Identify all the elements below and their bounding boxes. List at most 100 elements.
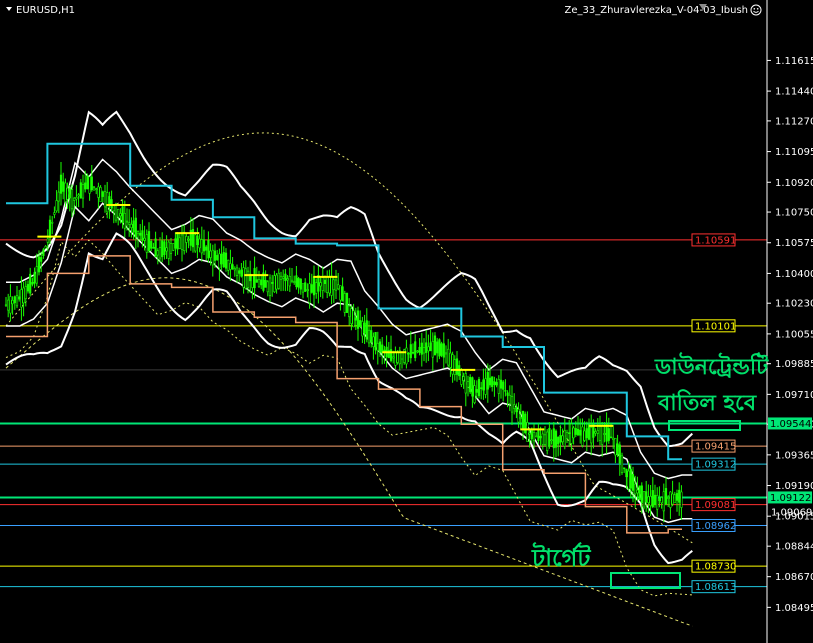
candle-body — [634, 483, 637, 495]
level-price-text: 1.09544 — [770, 419, 811, 430]
level-label-text: 1.09081 — [695, 500, 736, 511]
candle-body — [174, 238, 177, 249]
candle-body — [350, 308, 353, 324]
candle-body — [176, 233, 179, 250]
candle-body — [546, 431, 549, 451]
candle-body — [332, 279, 335, 290]
candle-body — [420, 342, 423, 355]
current-price-text: 1.09122 — [770, 493, 811, 504]
candle-body — [112, 204, 115, 212]
candle-body — [543, 434, 547, 445]
candle-body — [422, 347, 426, 354]
candle-body — [651, 490, 654, 508]
candle-body — [220, 253, 223, 265]
candle-body — [114, 203, 118, 221]
candle-body — [405, 347, 408, 365]
candle-body — [31, 282, 34, 285]
candle-body — [565, 432, 569, 439]
candle-body — [378, 341, 382, 353]
candle-body — [35, 266, 38, 284]
candle-body — [123, 212, 126, 229]
candle-body — [407, 352, 410, 355]
candle-body — [449, 352, 452, 368]
candle-body — [128, 222, 131, 225]
candle-body — [352, 310, 355, 328]
candle-body — [581, 426, 584, 446]
candle-body — [180, 234, 184, 250]
candle-body — [455, 358, 459, 375]
candle-body — [194, 234, 197, 252]
candle-body — [295, 275, 298, 288]
candle-body — [288, 276, 291, 287]
candle-body — [473, 385, 476, 403]
candle-body — [414, 341, 417, 359]
candle-body — [163, 241, 166, 256]
candle-body — [224, 252, 228, 269]
price-tick-label: 1.09190 — [775, 481, 813, 492]
candle-body — [141, 230, 144, 241]
candle-body — [444, 352, 448, 355]
candle-body — [574, 428, 577, 435]
candle-body — [77, 194, 80, 197]
candle-body — [46, 238, 49, 243]
candle-body — [42, 249, 45, 257]
candle-body — [598, 425, 602, 441]
candle-body — [502, 381, 505, 390]
candle-body — [596, 430, 599, 434]
candle-body — [480, 387, 483, 389]
candle-body — [345, 292, 349, 313]
candle-body — [277, 272, 280, 289]
candle-body — [86, 175, 89, 190]
candle-body — [618, 444, 621, 464]
candle-body — [370, 330, 373, 343]
candle-body — [603, 433, 606, 435]
band-outer-upper — [5, 110, 693, 448]
dropdown-triangle-icon[interactable] — [6, 7, 12, 11]
candle-body — [257, 279, 261, 288]
price-chart[interactable]: 1.10591 1.10101 1.09415 1.09312 1.09081 1.089… — [0, 0, 813, 643]
candle-body — [447, 348, 450, 366]
candle-body — [207, 239, 210, 259]
target-zone-box — [610, 572, 681, 589]
candle-body — [222, 252, 225, 268]
candle-body — [37, 256, 41, 273]
candle-body — [266, 281, 269, 293]
candle-body — [271, 281, 274, 284]
candle-body — [62, 181, 65, 192]
price-tick-label: 1.09710 — [775, 390, 813, 401]
price-tick-label: 1.11095 — [775, 147, 813, 158]
candle-body — [627, 470, 630, 490]
band-outer-lower — [5, 232, 693, 565]
candle-body — [563, 430, 566, 447]
level-label-text: 1.10101 — [695, 321, 736, 332]
candle-body — [537, 429, 540, 441]
candle-body — [235, 267, 239, 276]
price-tick-label: 1.09365 — [775, 450, 813, 461]
candle-body — [361, 321, 364, 337]
price-tick-label: 1.10575 — [775, 238, 813, 249]
candle-body — [515, 406, 518, 413]
candle-body — [497, 379, 500, 394]
candle-body — [119, 213, 122, 217]
candle-body — [526, 422, 529, 442]
candle-body — [570, 423, 573, 444]
candle-body — [158, 247, 162, 259]
candle-body — [290, 279, 294, 283]
candle-body — [400, 352, 404, 360]
smiley-icon — [750, 4, 762, 16]
level-label-text: 1.08962 — [695, 521, 736, 532]
candle-body — [156, 250, 159, 256]
price-tick-label: 1.10055 — [775, 329, 813, 340]
candle-body — [440, 343, 443, 356]
candle-body — [453, 359, 456, 375]
price-tick-label: 1.11270 — [775, 116, 813, 127]
candle-body — [411, 351, 415, 354]
candle-body — [147, 231, 151, 251]
candle-body — [477, 378, 481, 397]
candle-body — [196, 235, 199, 246]
candle-body — [658, 498, 661, 502]
candle-body — [330, 275, 333, 296]
candle-body — [88, 176, 91, 194]
candle-body — [84, 182, 87, 190]
candle-body — [488, 377, 492, 386]
